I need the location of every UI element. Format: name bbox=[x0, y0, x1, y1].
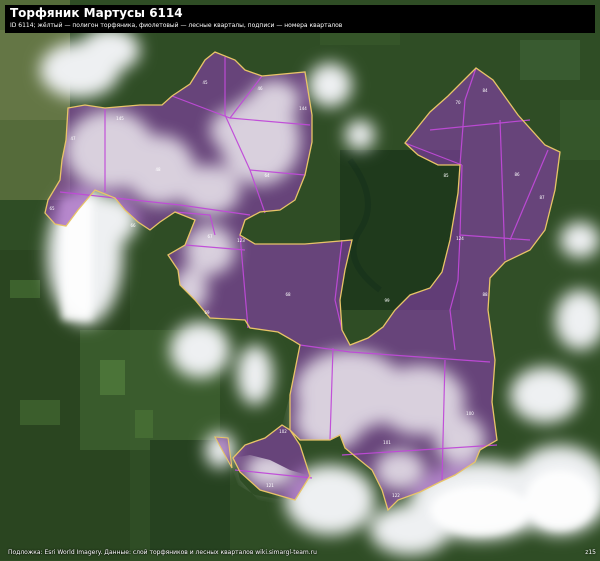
attribution-text: Подложка: Esri World Imagery. Данные: сл… bbox=[8, 549, 317, 556]
quarter-label: 45 bbox=[202, 80, 208, 85]
satellite-map[interactable]: 45 46 47 48 64 65 66 67 68 69 70 84 85 86 87 88 99 100 101… bbox=[0, 0, 600, 561]
quarter-label: 68 bbox=[285, 292, 291, 297]
quarter-label: 64 bbox=[264, 173, 270, 178]
quarter-label: 87 bbox=[539, 195, 545, 200]
quarter-label: 145 bbox=[116, 116, 124, 121]
quarter-label: 66 bbox=[130, 223, 136, 228]
map-subtitle: ID 6114; жёлтый — полигон торфяника, фио… bbox=[10, 22, 343, 29]
quarter-label: 99 bbox=[384, 298, 390, 303]
quarter-label: 123 bbox=[237, 238, 245, 243]
map-title: Торфяник Мартусы 6114 bbox=[10, 6, 183, 20]
quarter-label: 144 bbox=[299, 106, 307, 111]
quarter-label: 102 bbox=[279, 429, 287, 434]
quarter-label: 122 bbox=[392, 493, 400, 498]
quarter-label: 124 bbox=[456, 236, 464, 241]
quarter-label: 65 bbox=[49, 206, 55, 211]
quarter-label: 47 bbox=[70, 136, 76, 141]
quarter-label: 67 bbox=[207, 234, 213, 239]
zoom-level: z15 bbox=[585, 549, 596, 556]
quarter-label: 101 bbox=[383, 440, 391, 445]
quarter-label: 70 bbox=[455, 100, 461, 105]
quarter-label: 69 bbox=[204, 310, 210, 315]
quarter-label: 88 bbox=[482, 292, 488, 297]
quarter-label: 85 bbox=[443, 173, 449, 178]
title-bar: Торфяник Мартусы 6114 ID 6114; жёлтый — … bbox=[5, 5, 595, 33]
quarter-label: 121 bbox=[266, 483, 274, 488]
quarter-label: 86 bbox=[514, 172, 520, 177]
quarter-label: 48 bbox=[155, 167, 161, 172]
quarter-label: 84 bbox=[482, 88, 488, 93]
quarter-label: 46 bbox=[257, 86, 263, 91]
quarter-label: 100 bbox=[466, 411, 474, 416]
